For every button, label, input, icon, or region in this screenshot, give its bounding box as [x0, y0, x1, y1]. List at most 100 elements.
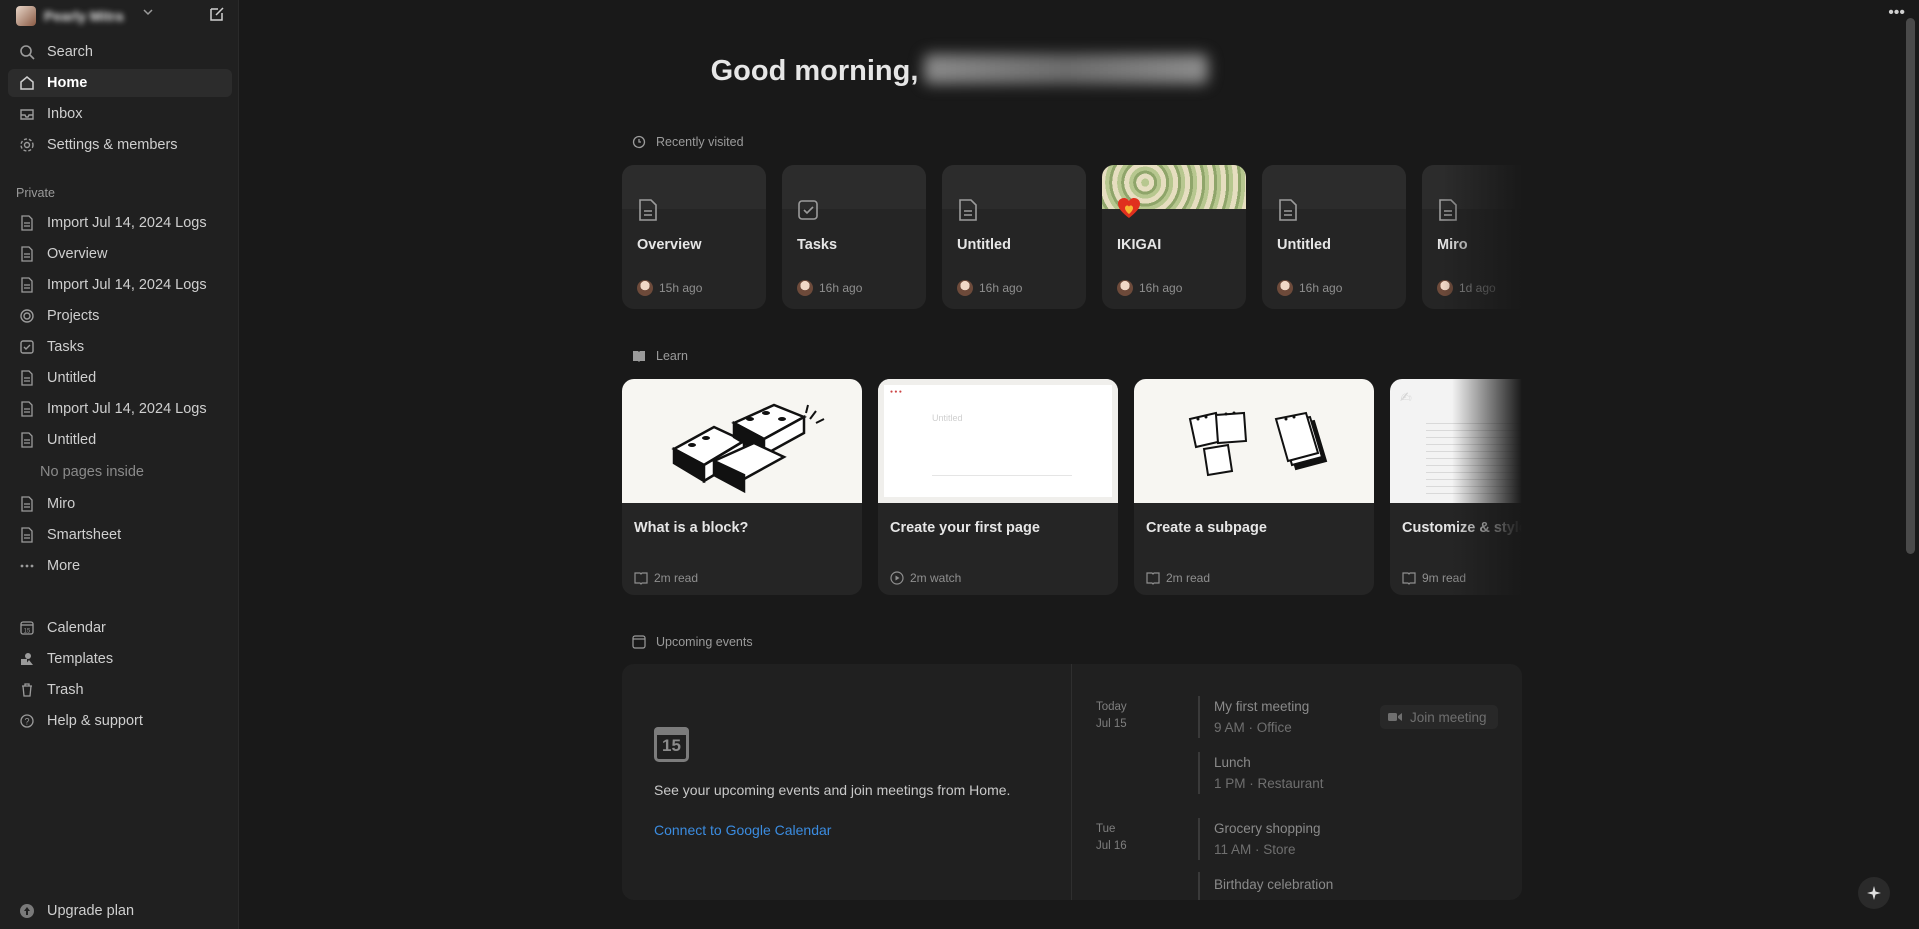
event-item[interactable]: Lunch 1 PM · Restaurant — [1214, 752, 1324, 794]
event-day: Tue — [1096, 823, 1116, 835]
page-title: Good morning, — [0, 54, 1919, 88]
sidebar-item-label: Miro — [47, 496, 76, 512]
checkbox-icon — [798, 200, 818, 220]
video-icon — [1388, 712, 1402, 722]
ai-assistant-button[interactable] — [1858, 877, 1890, 909]
avatar — [1437, 280, 1453, 296]
card-title: Create your first page — [890, 520, 1040, 536]
page-icon — [639, 199, 657, 221]
card-meta: 2m watch — [910, 571, 962, 585]
upgrade-plan-button[interactable]: Upgrade plan — [8, 897, 232, 925]
learn-card[interactable]: ● ● ● Untitled Create your first page 2m… — [878, 379, 1118, 595]
calendar-icon — [631, 634, 647, 650]
sidebar-item-calendar[interactable]: 15 Calendar — [8, 614, 232, 642]
connect-google-calendar-link[interactable]: Connect to Google Calendar — [654, 822, 831, 838]
calendar-number: 15 — [662, 736, 681, 755]
learn-card[interactable]: What is a block? 2m read — [622, 379, 862, 595]
event-item[interactable]: Grocery shopping 11 AM · Store — [1214, 818, 1321, 860]
sidebar-item-label: More — [47, 558, 81, 574]
section-title: Upcoming events — [656, 635, 753, 649]
event-day-group: Today Jul 15 — [1096, 699, 1127, 733]
sidebar-item-label: Templates — [47, 651, 114, 667]
sidebar-page-item[interactable]: Miro — [8, 490, 232, 518]
page-icon — [1279, 199, 1297, 221]
upcoming-events-panel: 15 See your upcoming events and join mee… — [622, 664, 1522, 900]
calendar-icon: 15 — [17, 618, 37, 638]
page-icon — [1439, 199, 1457, 221]
recent-card[interactable]: Tasks 16h ago — [782, 165, 926, 309]
svg-text:?: ? — [24, 717, 29, 727]
book-icon — [1146, 571, 1160, 585]
page-icon — [17, 244, 37, 264]
page-icon — [17, 525, 37, 545]
page-icon — [17, 213, 37, 233]
sidebar-item-label: Calendar — [47, 620, 106, 636]
book-icon — [634, 571, 648, 585]
calendar-large-icon: 15 — [654, 727, 689, 762]
sidebar-item-label: Import Jul 14, 2024 Logs — [47, 215, 207, 231]
subpage-illustration — [1134, 379, 1374, 503]
sidebar-page-item[interactable]: Projects — [8, 302, 232, 330]
chevron-down-icon — [143, 9, 153, 16]
event-day-group: Tue Jul 16 — [1096, 821, 1127, 855]
trash-icon — [17, 680, 37, 700]
sidebar-page-item[interactable]: Overview — [8, 240, 232, 268]
learn-card[interactable]: Create a subpage 2m read — [1134, 379, 1374, 595]
recent-card[interactable]: IKIGAI 16h ago — [1102, 165, 1246, 309]
card-meta: 2m read — [1166, 571, 1211, 585]
sidebar-item-templates[interactable]: Templates — [8, 645, 232, 673]
sidebar-item-more[interactable]: More — [8, 552, 232, 580]
card-time: 1d ago — [1459, 281, 1496, 295]
event-title: Lunch — [1214, 755, 1251, 770]
sidebar-item-label: Overview — [47, 246, 108, 262]
recent-card[interactable]: Untitled 16h ago — [1262, 165, 1406, 309]
join-meeting-label: Join meeting — [1410, 709, 1487, 725]
events-description: See your upcoming events and join meetin… — [654, 782, 1011, 798]
card-title: Customize & style content — [1402, 520, 1522, 536]
more-icon — [17, 556, 37, 576]
scrollbar[interactable] — [1906, 18, 1915, 554]
card-title: Tasks — [797, 237, 838, 253]
learn-heading: Learn — [631, 348, 688, 364]
event-day: Today — [1096, 701, 1127, 713]
event-item[interactable]: My first meeting 9 AM · Office — [1214, 696, 1309, 738]
new-page-icon[interactable] — [208, 5, 226, 23]
sidebar-item-label: Untitled — [47, 370, 97, 386]
lego-bricks-illustration — [622, 379, 862, 503]
sidebar-item-trash[interactable]: Trash — [8, 676, 232, 704]
avatar — [1277, 280, 1293, 296]
checkbox-icon — [17, 337, 37, 357]
recent-card[interactable]: Miro 1d ago — [1422, 165, 1522, 309]
recent-card[interactable]: Overview 15h ago — [622, 165, 766, 309]
sidebar-page-item[interactable]: Tasks — [8, 333, 232, 361]
help-icon: ? — [17, 711, 37, 731]
sidebar-page-item[interactable]: Import Jul 14, 2024 Logs — [8, 395, 232, 423]
target-icon — [17, 306, 37, 326]
sidebar-item-label: Import Jul 14, 2024 Logs — [47, 401, 207, 417]
workspace-avatar — [16, 6, 36, 26]
sparkle-icon — [1867, 886, 1881, 900]
sidebar-item-label: Projects — [47, 308, 100, 324]
sidebar-page-item[interactable]: Untitled — [8, 426, 232, 454]
workspace-switcher[interactable]: Pearly Mitra — [16, 4, 226, 28]
event-item[interactable]: Birthday celebration — [1214, 874, 1333, 895]
event-title: My first meeting — [1214, 699, 1310, 714]
redacted-username — [924, 54, 1209, 84]
events-intro: 15 See your upcoming events and join mee… — [622, 664, 1072, 900]
sidebar-page-item[interactable]: Smartsheet — [8, 521, 232, 549]
sidebar-item-inbox[interactable]: Inbox — [8, 100, 232, 128]
sidebar-page-item[interactable]: Import Jul 14, 2024 Logs — [8, 209, 232, 237]
sidebar-item-label: Untitled — [47, 432, 97, 448]
event-divider — [1198, 752, 1200, 794]
join-meeting-button[interactable]: Join meeting — [1380, 705, 1498, 729]
sidebar-item-settings[interactable]: Settings & members — [8, 131, 232, 159]
more-options-icon[interactable]: ••• — [1888, 4, 1905, 22]
sidebar-page-item[interactable]: Untitled — [8, 364, 232, 392]
screenshot-toolbar — [932, 475, 1072, 481]
sidebar-item-help[interactable]: ? Help & support — [8, 707, 232, 735]
page-icon — [17, 368, 37, 388]
sidebar-page-item[interactable]: Import Jul 14, 2024 Logs — [8, 271, 232, 299]
learn-card[interactable]: ✍ Customize & style content 9m read — [1390, 379, 1522, 595]
recent-card[interactable]: Untitled 16h ago — [942, 165, 1086, 309]
sidebar-item-label: Upgrade plan — [47, 903, 135, 919]
